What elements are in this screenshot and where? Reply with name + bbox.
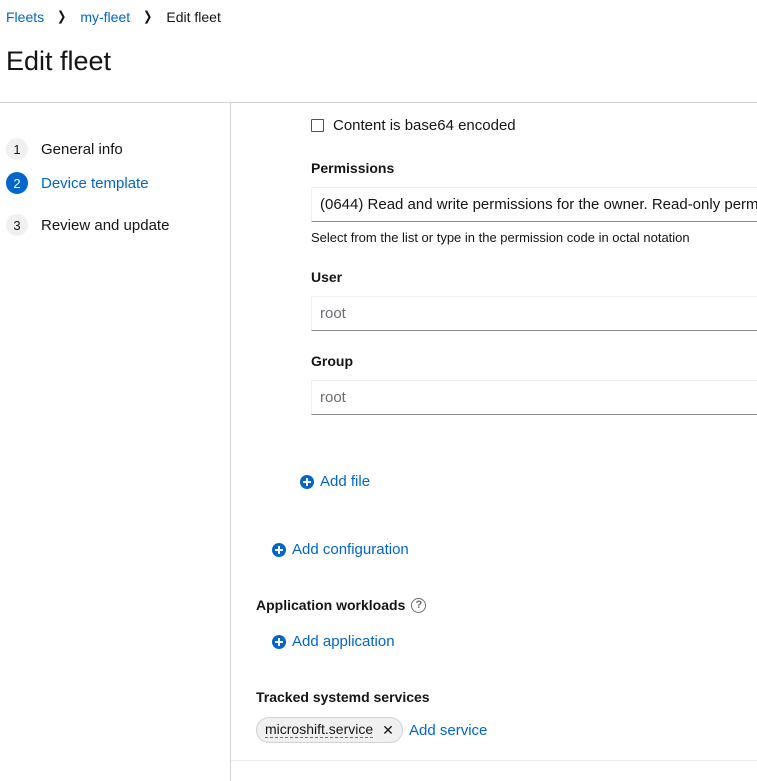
add-file-label: Add file xyxy=(320,473,371,490)
tracked-services-text: Tracked systemd services xyxy=(256,689,430,705)
base64-checkbox-label: Content is base64 encoded xyxy=(333,117,516,134)
question-circle-icon[interactable]: ? xyxy=(411,597,427,613)
plus-circle-icon xyxy=(300,474,314,489)
permissions-value: (0644) Read and write permissions for th… xyxy=(320,196,757,213)
breadcrumb: Fleets ❯ my-fleet ❯ Edit fleet xyxy=(6,8,221,26)
page-title: Edit fleet xyxy=(6,46,112,76)
step-number: 3 xyxy=(6,214,28,236)
step-number: 2 xyxy=(6,172,28,194)
service-chip: microshift.service ✕ xyxy=(256,717,403,743)
wizard-nav-divider xyxy=(230,103,231,781)
permissions-label: Permissions xyxy=(311,160,395,176)
user-input[interactable]: root xyxy=(311,296,757,331)
user-placeholder: root xyxy=(320,305,346,322)
step-label: General info xyxy=(41,140,123,158)
add-application-button[interactable]: Add application xyxy=(272,633,395,650)
plus-circle-icon xyxy=(272,634,286,649)
add-service-button[interactable]: Add service xyxy=(409,722,487,739)
group-label: Group xyxy=(311,353,353,369)
application-workloads-text: Application workloads xyxy=(256,597,406,613)
breadcrumb-my-fleet-link[interactable]: my-fleet xyxy=(80,8,130,26)
header-divider xyxy=(0,102,757,103)
step-label: Device template xyxy=(41,174,149,192)
wizard-step-device-template[interactable]: 2 Device template xyxy=(6,162,149,204)
service-chip-text: microshift.service xyxy=(265,721,374,738)
close-icon[interactable]: ✕ xyxy=(382,722,394,739)
plus-circle-icon xyxy=(272,542,286,557)
breadcrumb-fleets-link[interactable]: Fleets xyxy=(6,8,44,26)
group-placeholder: root xyxy=(320,389,346,406)
permissions-helper-text: Select from the list or type in the perm… xyxy=(311,230,690,245)
step-number: 1 xyxy=(6,138,28,160)
step-label: Review and update xyxy=(41,216,170,234)
chevron-right-icon: ❯ xyxy=(57,9,67,25)
wizard-step-review-and-update[interactable]: 3 Review and update xyxy=(6,204,169,246)
group-input[interactable]: root xyxy=(311,380,757,415)
application-workloads-label: Application workloads ? xyxy=(256,597,427,613)
footer-divider xyxy=(231,760,757,761)
base64-checkbox-row[interactable]: Content is base64 encoded xyxy=(311,117,516,134)
user-label: User xyxy=(311,269,343,285)
add-application-label: Add application xyxy=(292,633,395,650)
chevron-right-icon: ❯ xyxy=(143,9,153,25)
base64-checkbox[interactable] xyxy=(311,119,324,132)
add-file-button[interactable]: Add file xyxy=(300,473,370,490)
permissions-input[interactable]: (0644) Read and write permissions for th… xyxy=(311,187,757,222)
tracked-services-label: Tracked systemd services xyxy=(256,689,430,705)
add-configuration-label: Add configuration xyxy=(292,541,409,558)
breadcrumb-current: Edit fleet xyxy=(166,9,221,25)
add-configuration-button[interactable]: Add configuration xyxy=(272,541,409,558)
